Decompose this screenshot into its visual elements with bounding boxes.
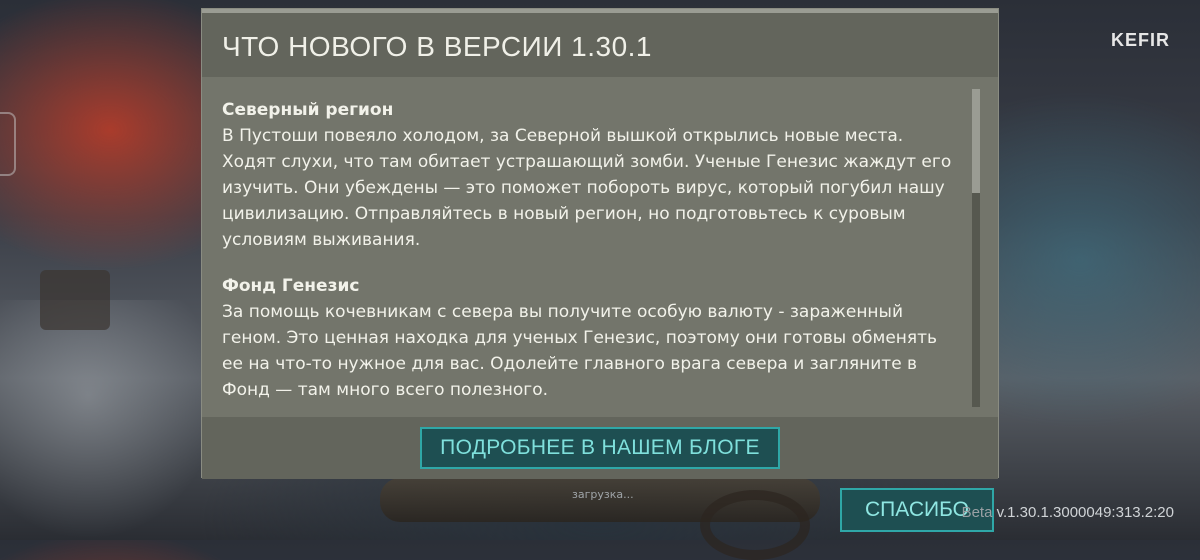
side-drawer-handle[interactable] [0, 112, 16, 176]
background-rifle-ring [700, 490, 810, 560]
section-text: За помощь кочевникам с севера вы получит… [222, 302, 938, 400]
loading-text: загрузка... [572, 488, 634, 501]
version-prefix: Beta [961, 504, 993, 521]
scrollbar-thumb[interactable] [972, 89, 980, 193]
changelog-section: Фонд Генезис За помощь кочевникам с севе… [222, 273, 952, 403]
section-title: Фонд Генезис [222, 276, 360, 296]
version-label: Beta v.1.30.1.3000049:313.2:20 [962, 504, 1174, 521]
blog-button[interactable]: ПОДРОБНЕЕ В НАШЕМ БЛОГЕ [420, 427, 780, 469]
dialog-footer: ПОДРОБНЕЕ В НАШЕМ БЛОГЕ [202, 417, 998, 479]
whats-new-dialog: ЧТО НОВОГО В ВЕРСИИ 1.30.1 Северный реги… [201, 8, 999, 479]
kefir-logo: KEFIR [1111, 30, 1170, 50]
dialog-header: ЧТО НОВОГО В ВЕРСИИ 1.30.1 [202, 9, 998, 77]
changelog-section: Северный регион В Пустоши повеяло холодо… [222, 97, 952, 253]
section-title: Северный регион [222, 100, 394, 120]
background-snow [0, 300, 220, 540]
scrollbar[interactable] [972, 89, 980, 407]
section-text: В Пустоши повеяло холодом, за Северной в… [222, 126, 952, 250]
changelog-content: Северный регион В Пустоши повеяло холодо… [222, 97, 952, 423]
version-value: v.1.30.1.3000049:313.2:20 [996, 504, 1174, 521]
background-barrel [40, 270, 110, 330]
dialog-body[interactable]: Северный регион В Пустоши повеяло холодо… [202, 77, 998, 417]
dialog-title: ЧТО НОВОГО В ВЕРСИИ 1.30.1 [222, 31, 653, 62]
